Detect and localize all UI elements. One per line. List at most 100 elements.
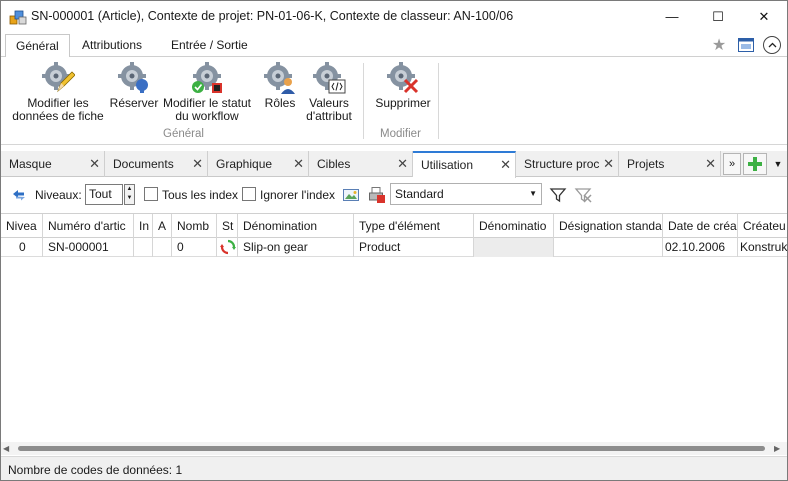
tab-label: Utilisation xyxy=(421,158,474,172)
cell-standard-designation xyxy=(554,238,663,257)
close-tab-icon[interactable]: ✕ xyxy=(705,151,716,177)
all-index-checkbox[interactable] xyxy=(144,187,158,201)
window-title: SN-000001 (Article), Contexte de projet:… xyxy=(31,9,514,23)
scroll-left-icon[interactable]: ◀ xyxy=(3,444,9,453)
ribbon-tab-attributions[interactable]: Attributions xyxy=(72,34,152,58)
delete-label: Supprimer xyxy=(375,96,431,110)
clear-filter-icon[interactable] xyxy=(574,186,592,204)
tab-masque[interactable]: Masque ✕ xyxy=(1,151,105,177)
chevron-down-icon: ▼ xyxy=(773,159,783,169)
reserve-label: Réserver xyxy=(109,96,159,110)
tab-label: Projets xyxy=(627,157,665,171)
workflow-label-1: Modifier le statut xyxy=(162,96,252,110)
levels-input[interactable]: Tout xyxy=(85,184,123,205)
close-tab-icon[interactable]: ✕ xyxy=(397,151,408,177)
levels-label: Niveaux: xyxy=(35,188,82,202)
ribbon-tab-general[interactable]: Général xyxy=(5,34,70,58)
cell-level: 0 xyxy=(1,238,43,257)
column-header-standard-designation[interactable]: Désignation standa xyxy=(554,214,663,238)
maximize-button[interactable]: ☐ xyxy=(695,1,741,32)
tab-list-dropdown[interactable]: ▼ xyxy=(769,153,787,175)
cell-a xyxy=(153,238,172,257)
delete-gear-icon xyxy=(387,62,419,94)
tab-graphique[interactable]: Graphique ✕ xyxy=(208,151,309,177)
column-header-count[interactable]: Nomb xyxy=(172,214,217,238)
chevron-down-icon: ▼ xyxy=(529,189,537,198)
close-tab-icon[interactable]: ✕ xyxy=(89,151,100,177)
column-header-creation-date[interactable]: Date de créa xyxy=(663,214,738,238)
column-header-denomination-2[interactable]: Dénominatio xyxy=(474,214,554,238)
cell-creation-date: 02.10.2006 xyxy=(663,238,738,257)
attribute-values-button[interactable]: Valeurs d'attribut xyxy=(303,61,355,123)
collapse-ribbon-icon[interactable] xyxy=(763,36,781,54)
close-tab-icon[interactable]: ✕ xyxy=(500,153,511,177)
document-tab-bar: Masque ✕ Documents ✕ Graphique ✕ Cibles … xyxy=(1,151,787,178)
article-window: SN-000001 (Article), Contexte de projet:… xyxy=(0,0,788,481)
roles-gear-icon xyxy=(264,62,295,94)
column-header-status[interactable]: St xyxy=(217,214,238,238)
change-workflow-status-button[interactable]: Modifier le statut du workflow xyxy=(159,61,255,123)
group-separator xyxy=(438,63,439,139)
group-label-modifier: Modifier xyxy=(380,128,421,140)
cell-creator: Konstruk xyxy=(740,240,787,254)
ribbon-tab-bar: Général Attributions Entrée / Sortie ★ xyxy=(1,32,787,58)
ribbon-tab-input-output[interactable]: Entrée / Sortie xyxy=(161,34,258,58)
reserve-gear-icon xyxy=(118,62,148,93)
tab-label: Graphique xyxy=(216,157,273,171)
export-image-icon[interactable] xyxy=(342,186,360,204)
plus-icon xyxy=(748,157,762,171)
tab-projets[interactable]: Projets ✕ xyxy=(619,151,721,177)
column-header-denomination[interactable]: Dénomination xyxy=(238,214,354,238)
roles-label: Rôles xyxy=(264,96,296,110)
refresh-arrows-icon[interactable] xyxy=(11,187,27,203)
article-app-icon xyxy=(9,10,27,25)
status-bar: Nombre de codes de données: 1 xyxy=(1,456,787,480)
column-header-a[interactable]: A xyxy=(153,214,172,238)
horizontal-scrollbar[interactable]: ◀ ▶ xyxy=(1,442,787,455)
minimize-button[interactable]: — xyxy=(649,1,695,32)
scroll-right-icon[interactable]: ▶ xyxy=(774,444,780,453)
workflow-gear-icon xyxy=(192,62,222,93)
edit-record-button[interactable]: Modifier les données de fiche xyxy=(11,61,105,123)
column-header-creator[interactable]: Créateu xyxy=(738,214,787,238)
grid-header: Nivea Numéro d'artic In A Nomb St Dénomi… xyxy=(1,214,787,238)
edit-record-label-1: Modifier les xyxy=(27,96,89,110)
usage-grid: Nivea Numéro d'artic In A Nomb St Dénomi… xyxy=(1,213,787,443)
column-header-article-number[interactable]: Numéro d'artic xyxy=(43,214,134,238)
tab-utilisation[interactable]: Utilisation ✕ xyxy=(413,151,516,178)
record-count-status: Nombre de codes de données: 1 xyxy=(8,463,183,477)
column-header-index[interactable]: In xyxy=(134,214,153,238)
ignore-index-checkbox[interactable] xyxy=(242,187,256,201)
reserve-button[interactable]: Réserver xyxy=(109,61,159,110)
levels-spinner[interactable]: ▲ ▼ xyxy=(124,184,135,205)
close-tab-icon[interactable]: ✕ xyxy=(603,151,614,177)
favorite-star-icon[interactable]: ★ xyxy=(710,36,728,54)
group-separator xyxy=(363,63,364,139)
cell-denomination-2 xyxy=(474,238,554,257)
view-select[interactable]: Standard ▼ xyxy=(390,183,542,205)
close-tab-icon[interactable]: ✕ xyxy=(192,151,203,177)
more-tabs-button[interactable]: » xyxy=(723,153,741,175)
add-tab-button[interactable] xyxy=(743,153,767,175)
attribute-label-2: d'attribut xyxy=(306,109,352,123)
tab-structure-proc[interactable]: Structure proc ✕ xyxy=(516,151,619,177)
close-window-button[interactable]: ✕ xyxy=(741,1,787,32)
table-row[interactable]: 0 SN-000001 0 Slip-on gear Product 02.10… xyxy=(1,238,787,257)
tab-documents[interactable]: Documents ✕ xyxy=(105,151,208,177)
scrollbar-thumb[interactable] xyxy=(18,446,765,451)
window-layout-icon[interactable] xyxy=(737,36,755,54)
attribute-label-1: Valeurs xyxy=(309,96,349,110)
column-header-level[interactable]: Nivea xyxy=(1,214,43,238)
workflow-label-2: du workflow xyxy=(175,109,239,123)
cell-index xyxy=(134,238,153,257)
cell-article-number: SN-000001 xyxy=(43,238,134,257)
tab-cibles[interactable]: Cibles ✕ xyxy=(309,151,413,177)
roles-button[interactable]: Rôles xyxy=(260,61,300,110)
close-tab-icon[interactable]: ✕ xyxy=(293,151,304,177)
print-icon[interactable] xyxy=(368,186,386,204)
delete-button[interactable]: Supprimer xyxy=(372,61,434,110)
filter-icon[interactable] xyxy=(549,186,567,204)
column-header-element-type[interactable]: Type d'élément xyxy=(354,214,474,238)
group-label-general: Général xyxy=(163,128,204,140)
attribute-gear-icon xyxy=(313,62,346,94)
